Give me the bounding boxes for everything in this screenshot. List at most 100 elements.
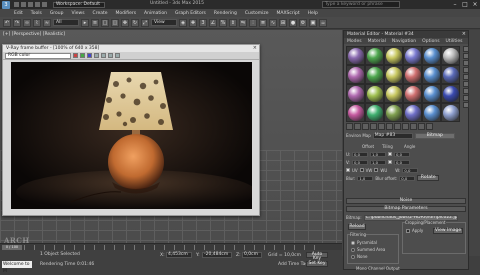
minimize-icon[interactable]: – <box>450 0 460 9</box>
w-angle-field[interactable]: 0,0 <box>402 167 419 173</box>
link-icon[interactable]: ∞ <box>23 18 31 27</box>
material-id-icon[interactable] <box>394 123 401 130</box>
redo-icon[interactable]: ↷ <box>13 18 21 27</box>
u-tile-checkbox[interactable] <box>388 152 392 156</box>
workspace-dropdown[interactable]: Workspace: Default <box>53 1 105 8</box>
auto-key-button[interactable]: Auto Key <box>306 252 328 261</box>
layer-icon[interactable]: ≣ <box>259 18 267 27</box>
show-map-icon[interactable] <box>402 123 409 130</box>
material-slot[interactable] <box>365 103 384 122</box>
wu-radio[interactable] <box>374 168 379 172</box>
background-icon[interactable] <box>463 60 469 66</box>
put-to-library-icon[interactable] <box>386 123 393 130</box>
material-slot[interactable] <box>346 84 365 103</box>
timeline[interactable]: 0 / 100 <box>0 243 342 250</box>
u-offset-field[interactable]: 0,0 <box>352 151 368 157</box>
material-slot[interactable] <box>365 84 384 103</box>
blur-field[interactable]: 1,0 <box>357 175 374 181</box>
material-slot[interactable] <box>346 65 365 84</box>
blur-offset-field[interactable]: 0,0 <box>399 175 416 181</box>
blue-channel-icon[interactable] <box>87 53 92 58</box>
pivot-icon[interactable]: ◈ <box>179 18 187 27</box>
undo-icon[interactable] <box>35 2 40 7</box>
apply-checkbox[interactable] <box>406 229 410 233</box>
move-icon[interactable]: ✥ <box>121 18 129 27</box>
menu-create[interactable]: Create <box>93 11 108 16</box>
reload-button[interactable]: Reload <box>348 224 366 230</box>
align-icon[interactable]: ⫶ <box>249 18 257 27</box>
material-slot[interactable] <box>403 65 422 84</box>
put-to-scene-icon[interactable] <box>354 123 361 130</box>
menu-options[interactable]: Options <box>422 39 439 44</box>
sample-type-icon[interactable] <box>463 46 469 52</box>
selection-filter-dropdown[interactable]: All <box>53 19 79 26</box>
bind-icon[interactable]: ≈ <box>43 18 51 27</box>
search-input[interactable]: Type a keyword or phrase <box>322 1 400 8</box>
snap-icon[interactable]: 3 <box>199 18 207 27</box>
material-slot[interactable] <box>441 103 460 122</box>
set-key-button[interactable]: Set Key <box>306 261 328 267</box>
menu-modifiers[interactable]: Modifiers <box>116 11 137 16</box>
select-by-name-icon[interactable]: ≡ <box>91 18 99 27</box>
make-unique-icon[interactable] <box>378 123 385 130</box>
material-slot[interactable] <box>384 84 403 103</box>
viewport-label[interactable]: [+] [Perspective] [Realistic] <box>3 32 65 37</box>
none-radio[interactable] <box>351 255 355 259</box>
spinner-snap-icon[interactable]: ⇕ <box>229 18 237 27</box>
material-slot[interactable] <box>403 103 422 122</box>
u-angle-field[interactable]: 0,0 <box>394 151 410 157</box>
scale-icon[interactable]: ⤢ <box>141 18 149 27</box>
backlight-icon[interactable] <box>463 53 469 59</box>
red-channel-icon[interactable] <box>73 53 78 58</box>
menu-customize[interactable]: Customize <box>245 11 269 16</box>
open-file-icon[interactable] <box>21 2 26 7</box>
rect-select-icon[interactable]: □ <box>101 18 109 27</box>
vw-radio[interactable] <box>359 168 364 172</box>
close-icon[interactable]: × <box>253 45 257 52</box>
menu-navigation[interactable]: Navigation <box>392 39 416 44</box>
clear-image-icon[interactable] <box>101 53 106 58</box>
uv-radio[interactable] <box>346 168 350 172</box>
material-slot[interactable] <box>422 103 441 122</box>
make-preview-icon[interactable] <box>463 81 469 87</box>
menu-rendering[interactable]: Rendering <box>214 11 237 16</box>
material-slot[interactable] <box>441 84 460 103</box>
bitmap-params-rollout[interactable]: Bitmap Parameters <box>346 206 466 212</box>
redo-icon[interactable] <box>42 2 47 7</box>
render-image[interactable] <box>11 62 252 209</box>
rotate-icon[interactable]: ↻ <box>131 18 139 27</box>
u-tiling-field[interactable]: 1,0 <box>370 151 386 157</box>
close-icon[interactable]: × <box>462 31 466 38</box>
uv-tiling-icon[interactable] <box>463 67 469 73</box>
menu-utilities[interactable]: Utilities <box>446 39 463 44</box>
menu-modes[interactable]: Modes <box>347 39 362 44</box>
material-slot[interactable] <box>346 103 365 122</box>
material-slot[interactable] <box>384 46 403 65</box>
reset-map-icon[interactable] <box>370 123 377 130</box>
undo-icon[interactable]: ↶ <box>3 18 11 27</box>
material-editor-icon[interactable]: ● <box>289 18 297 27</box>
go-to-parent-icon[interactable] <box>418 123 425 130</box>
render-last-icon[interactable] <box>115 53 120 58</box>
x-coord-field[interactable]: 4,453cm <box>166 252 192 258</box>
material-navigator-icon[interactable] <box>463 102 469 108</box>
material-slot[interactable] <box>384 65 403 84</box>
y-coord-field[interactable]: -20,484cm <box>202 252 232 258</box>
material-slot[interactable] <box>365 46 384 65</box>
v-offset-field[interactable]: 0,0 <box>352 159 368 165</box>
show-end-result-icon[interactable] <box>410 123 417 130</box>
percent-snap-icon[interactable]: % <box>219 18 227 27</box>
menu-edit[interactable]: Edit <box>14 11 23 16</box>
material-slot[interactable] <box>422 84 441 103</box>
map-name-field[interactable]: Map #83 <box>372 132 413 139</box>
unlink-icon[interactable]: ⌇ <box>33 18 41 27</box>
add-time-tag[interactable]: Add Time Tag <box>278 262 308 267</box>
options-icon[interactable] <box>463 88 469 94</box>
save-file-icon[interactable] <box>28 2 33 7</box>
z-coord-field[interactable]: 0,0cm <box>242 252 262 258</box>
go-forward-sibling-icon[interactable] <box>426 123 433 130</box>
summed-area-radio[interactable] <box>351 248 355 252</box>
material-slot[interactable] <box>346 46 365 65</box>
angle-snap-icon[interactable]: ∠ <box>209 18 217 27</box>
manipulate-icon[interactable]: ✚ <box>189 18 197 27</box>
